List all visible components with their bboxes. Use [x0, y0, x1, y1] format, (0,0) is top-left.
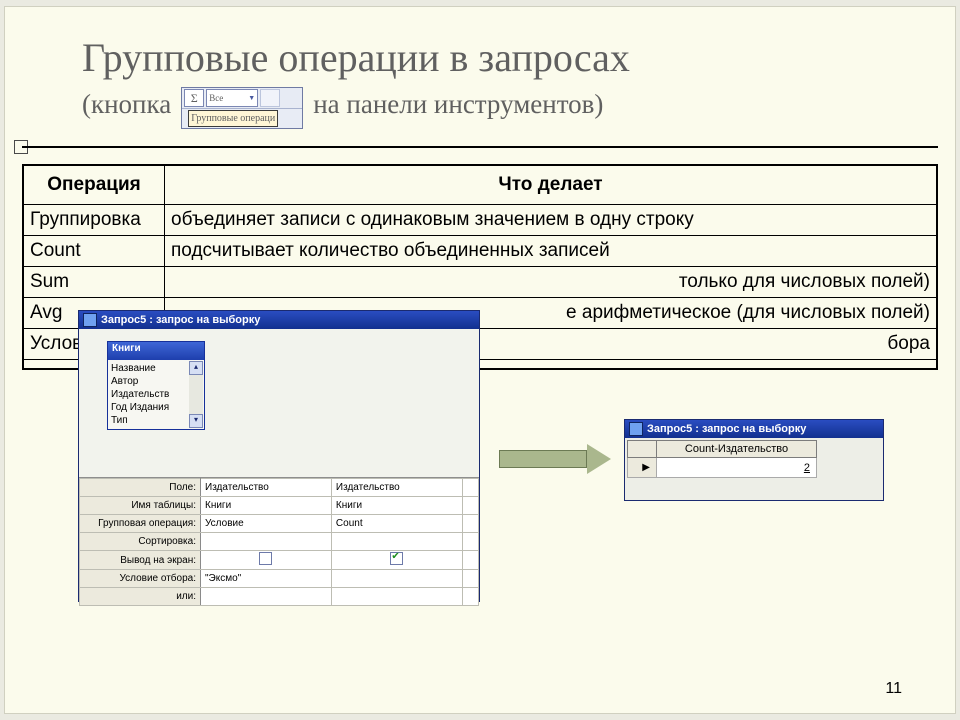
- title-suffix: на панели инструментов): [313, 89, 603, 120]
- row-label: Условие отбора:: [80, 570, 201, 588]
- grid-cell[interactable]: [331, 533, 462, 551]
- grid-cell[interactable]: [331, 570, 462, 588]
- window-icon: [629, 422, 643, 436]
- window-title: Запрос5 : запрос на выборку: [647, 423, 806, 435]
- row-label: или:: [80, 588, 201, 606]
- result-grid[interactable]: Count-Издательство ▶ 2: [627, 440, 817, 478]
- grid-cell[interactable]: [201, 588, 332, 606]
- combo-value: Все: [209, 93, 223, 103]
- title-prefix: (кнопка: [82, 89, 171, 120]
- list-item[interactable]: Название: [111, 362, 187, 375]
- title-line2: (кнопка Σ Все ▼ Групповые операци на пан…: [82, 83, 882, 125]
- row-selector[interactable]: [628, 441, 657, 458]
- tooltip: Групповые операци: [188, 110, 278, 127]
- group-mode-combo[interactable]: Все ▼: [206, 89, 258, 107]
- table-cell: Count: [23, 236, 165, 267]
- row-label: Сортировка:: [80, 533, 201, 551]
- table-cell: Sum: [23, 267, 165, 298]
- grid-cell[interactable]: [331, 551, 462, 570]
- scrollbar[interactable]: ▴ ▾: [189, 361, 203, 428]
- field-list-title: Книги: [108, 342, 204, 360]
- horizontal-rule: [22, 146, 938, 148]
- col-operation: Операция: [23, 165, 165, 205]
- window-icon: [83, 313, 97, 327]
- table-cell: подсчитывает количество объединенных зап…: [165, 236, 938, 267]
- arrow-right-icon: [499, 444, 619, 474]
- title-line1: Групповые операции в запросах: [82, 34, 882, 81]
- column-header[interactable]: Count-Издательство: [657, 441, 817, 458]
- table-cell: объединяет записи с одинаковым значением…: [165, 205, 938, 236]
- scroll-up-icon[interactable]: ▴: [189, 361, 203, 375]
- grid-cell[interactable]: Книги: [201, 497, 332, 515]
- result-value[interactable]: 2: [657, 458, 817, 478]
- toolbar-screenshot: Σ Все ▼ Групповые операци: [181, 87, 303, 129]
- query-design-window: Запрос5 : запрос на выборку Книги Назван…: [78, 310, 480, 602]
- col-description: Что делает: [165, 165, 938, 205]
- list-item[interactable]: Год Издания: [111, 401, 187, 414]
- list-item[interactable]: Издательств: [111, 388, 187, 401]
- row-label: Имя таблицы:: [80, 497, 201, 515]
- field-list[interactable]: Книги Название Автор Издательств Год Изд…: [107, 341, 205, 430]
- window-titlebar[interactable]: Запрос5 : запрос на выборку: [79, 311, 479, 329]
- window-titlebar[interactable]: Запрос5 : запрос на выборку: [625, 420, 883, 438]
- chevron-down-icon: ▼: [248, 94, 255, 102]
- query-result-window: Запрос5 : запрос на выборку Count-Издате…: [624, 419, 884, 501]
- grid-cell[interactable]: [201, 533, 332, 551]
- grid-cell[interactable]: [201, 551, 332, 570]
- grid-cell[interactable]: Издательство: [331, 479, 462, 497]
- page-number: 11: [885, 680, 902, 698]
- slide-title: Групповые операции в запросах (кнопка Σ …: [82, 34, 882, 125]
- toolbar-icon[interactable]: [260, 89, 280, 107]
- sigma-button[interactable]: Σ: [184, 89, 204, 107]
- checkbox-checked[interactable]: [390, 552, 403, 565]
- checkbox[interactable]: [259, 552, 272, 565]
- grid-cell[interactable]: "Эксмо": [201, 570, 332, 588]
- current-row-marker[interactable]: ▶: [628, 458, 657, 478]
- list-item[interactable]: Автор: [111, 375, 187, 388]
- list-item[interactable]: Тип: [111, 414, 187, 427]
- query-design-grid[interactable]: Поле: Издательство Издательство Имя табл…: [79, 478, 479, 606]
- grid-cell[interactable]: Книги: [331, 497, 462, 515]
- row-label: Групповая операция:: [80, 515, 201, 533]
- grid-cell[interactable]: Издательство: [201, 479, 332, 497]
- grid-cell[interactable]: Count: [331, 515, 462, 533]
- field-list-items[interactable]: Название Автор Издательств Год Издания Т…: [109, 361, 189, 428]
- scroll-down-icon[interactable]: ▾: [189, 414, 203, 428]
- row-label: Вывод на экран:: [80, 551, 201, 570]
- table-cell: Группировка: [23, 205, 165, 236]
- table-cell: только для числовых полей): [165, 267, 938, 298]
- grid-cell[interactable]: Условие: [201, 515, 332, 533]
- grid-cell[interactable]: [331, 588, 462, 606]
- window-title: Запрос5 : запрос на выборку: [101, 314, 260, 326]
- row-label: Поле:: [80, 479, 201, 497]
